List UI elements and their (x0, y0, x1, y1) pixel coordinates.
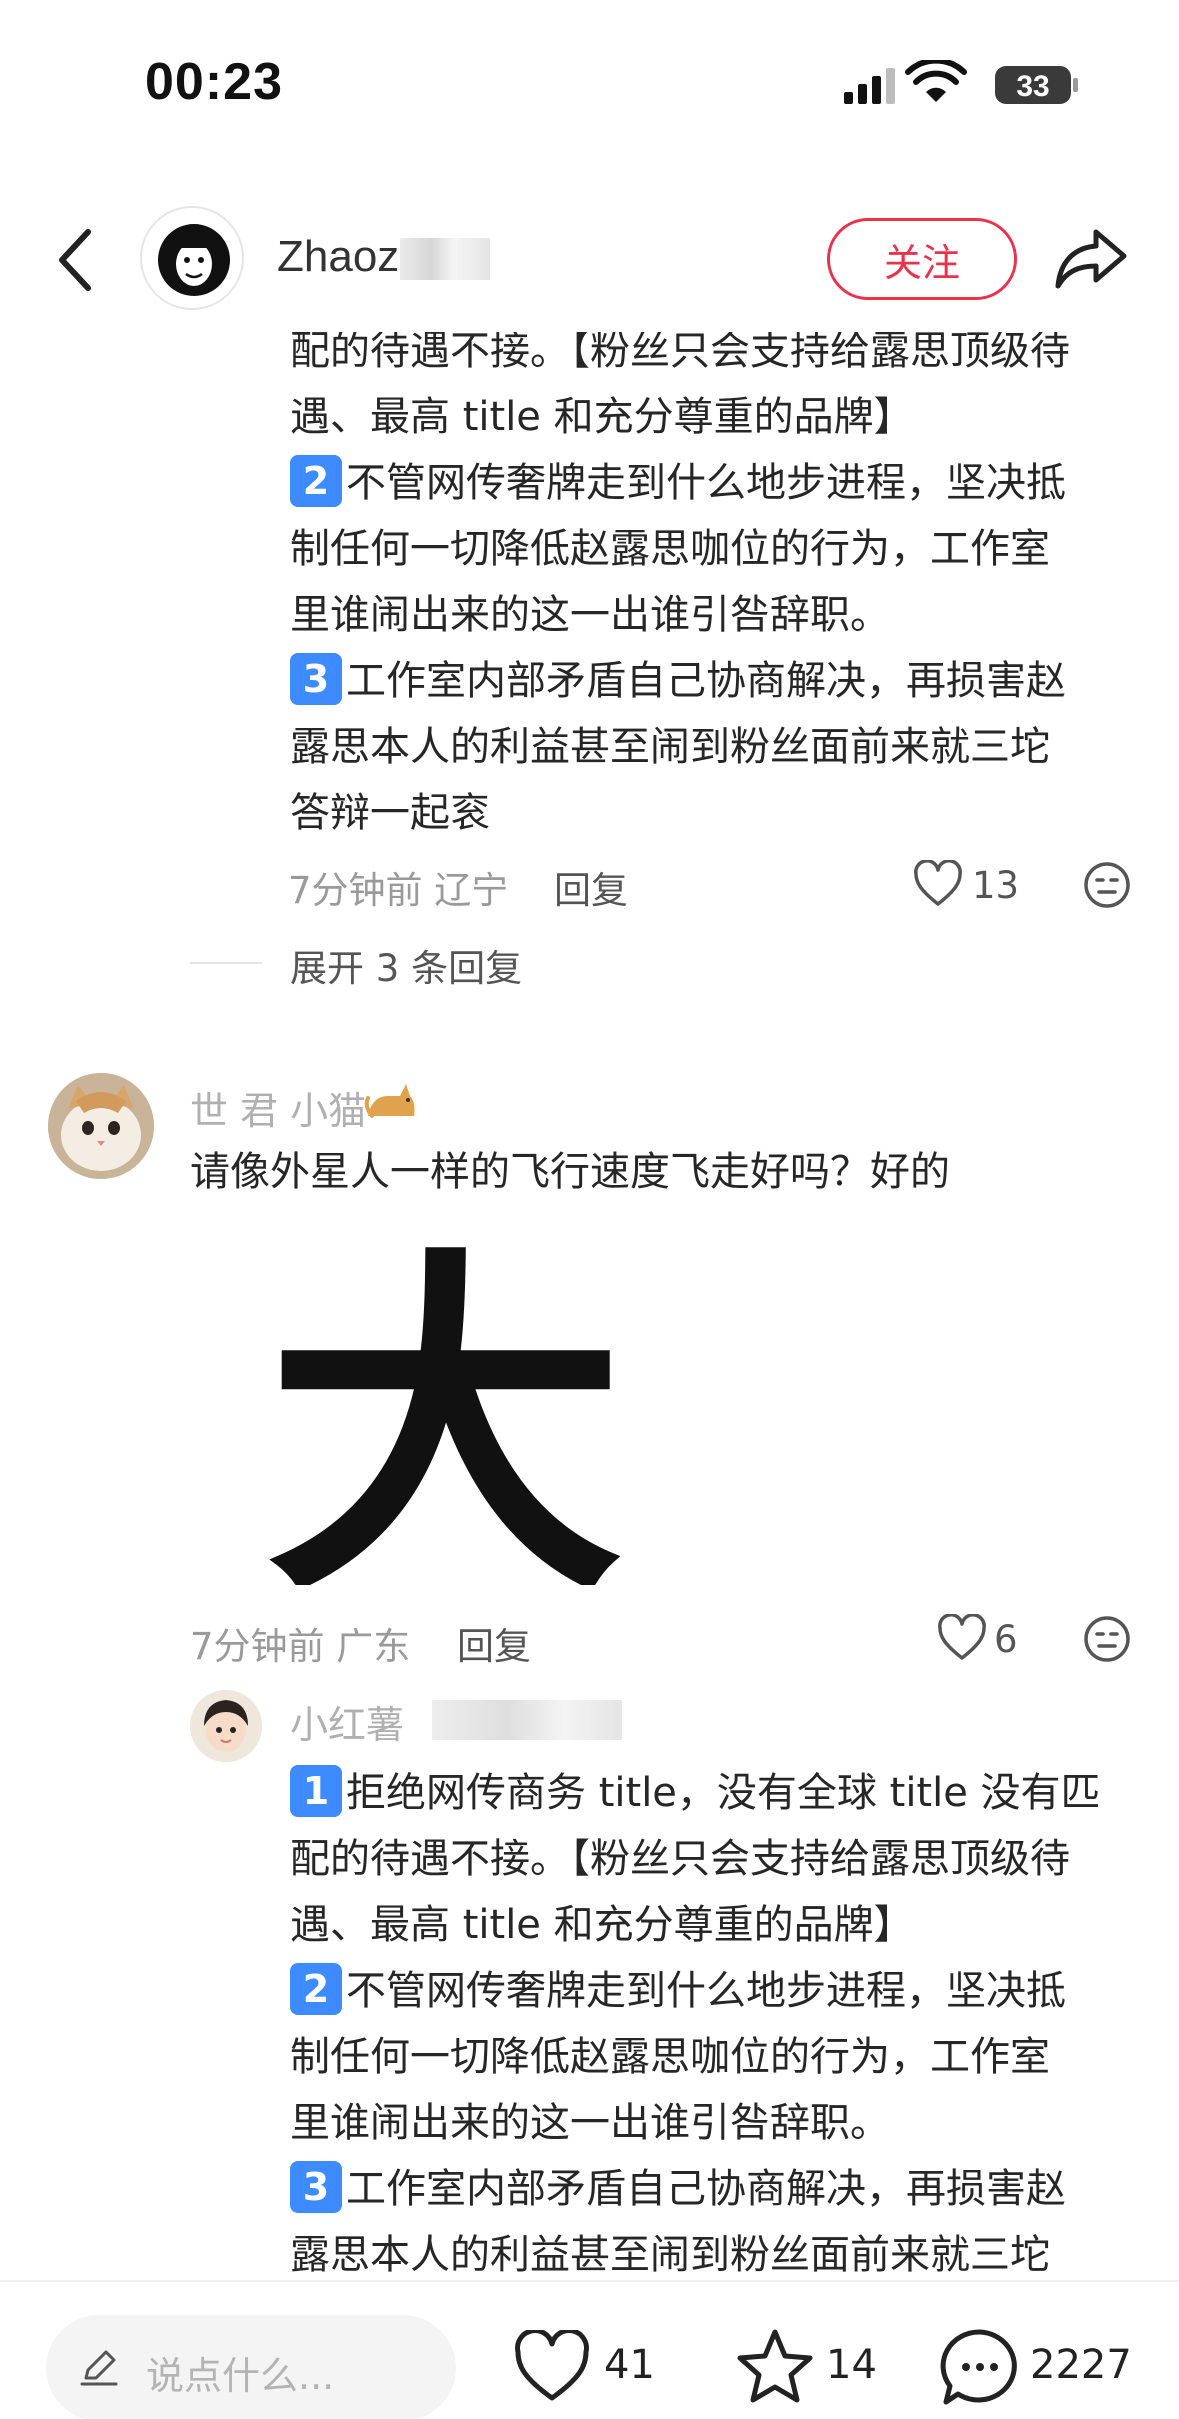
number-3-icon: 3 (290, 653, 342, 705)
number-1-icon: 1 (290, 1765, 342, 1817)
favorite-button[interactable] (734, 2326, 816, 2406)
comment-count: 2227 (1030, 2342, 1132, 2388)
comment-line-text: 不管网传奢牌走到什么地步进程，坚决抵 (346, 460, 1066, 506)
number-2-icon: 2 (290, 455, 342, 507)
emoji-face-icon (1084, 1616, 1130, 1662)
sticker-image[interactable]: 大 (265, 1217, 625, 1640)
name-mosaic (432, 1700, 622, 1740)
comment-line: 答辩一起衮 (290, 790, 490, 836)
heart-icon (938, 1613, 986, 1660)
status-time: 00:23 (145, 53, 283, 111)
share-button[interactable] (1050, 222, 1130, 298)
comment-input-placeholder: 说点什么... (146, 2354, 335, 2398)
author-name[interactable]: Zhaoz (277, 232, 399, 282)
star-icon (737, 2329, 813, 2403)
commenter-name[interactable]: 世 君 小猫 (190, 1080, 366, 1135)
pencil-icon (76, 2344, 122, 2390)
replier-name[interactable]: 小红薯 (290, 1694, 404, 1749)
like-button[interactable] (912, 859, 964, 908)
comment-text: 请像外星人一样的飞行速度飞走好吗？好的 (190, 1149, 950, 1195)
comment-line: 露思本人的利益甚至闹到粉丝面前来就三坨 (290, 724, 1050, 770)
bottom-divider (0, 2280, 1179, 2282)
cat-avatar-image (48, 1073, 154, 1179)
speech-bubble-icon (940, 2329, 1017, 2405)
reply-line-text: 不管网传奢牌走到什么地步进程，坚决抵 (346, 1968, 1066, 2014)
reply-line-text: 工作室内部矛盾自己协商解决，再损害赵 (346, 2166, 1066, 2212)
reply-line: 制任何一切降低赵露思咖位的行为，工作室 (290, 2034, 1050, 2080)
battery-level: 33 (1016, 70, 1050, 103)
reply-line: 2 不管网传奢牌走到什么地步进程，坚决抵 (290, 1958, 1066, 2024)
calligraphy-sticker: 大 (265, 1217, 625, 1640)
comment-meta: 7分钟前 辽宁 (288, 869, 509, 912)
comment-line: 制任何一切降低赵露思咖位的行为，工作室 (290, 526, 1050, 572)
favorite-count: 14 (826, 2342, 877, 2388)
replier-avatar[interactable] (190, 1690, 262, 1762)
girl-avatar-image (190, 1690, 262, 1762)
comment-line: 配的待遇不接。【粉丝只会支持给露思顶级待 (290, 328, 1070, 374)
reply-line: 遇、最高 title 和充分尊重的品牌】 (290, 1902, 914, 1948)
cat-emoji-icon (362, 1076, 420, 1126)
emoji-react-button[interactable] (1082, 860, 1132, 910)
expand-replies-button[interactable]: 展开 3 条回复 (290, 938, 522, 992)
expand-divider (190, 962, 262, 964)
back-button[interactable] (48, 220, 108, 300)
svg-text:大: 大 (265, 1225, 625, 1585)
comment-line: 里谁闹出来的这一出谁引咎辞职。 (290, 592, 890, 638)
author-avatar[interactable] (140, 206, 244, 310)
reply-line: 里谁闹出来的这一出谁引咎辞职。 (290, 2100, 890, 2146)
like-count: 13 (972, 864, 1020, 907)
commenter-avatar[interactable] (48, 1073, 154, 1179)
name-mosaic (400, 238, 490, 280)
number-3-icon: 3 (290, 2161, 342, 2213)
comment-line: 遇、最高 title 和充分尊重的品牌】 (290, 394, 914, 440)
reply-line: 配的待遇不接。【粉丝只会支持给露思顶级待 (290, 1836, 1070, 1882)
reply-line: 1 拒绝网传商务 title，没有全球 title 没有匹 (290, 1760, 1101, 1826)
comment-line: 3 工作室内部矛盾自己协商解决，再损害赵 (290, 648, 1066, 714)
avatar-image (142, 208, 242, 308)
post-like-count: 41 (604, 2342, 655, 2388)
comment-line-text: 工作室内部矛盾自己协商解决，再损害赵 (346, 658, 1066, 704)
reply-line: 露思本人的利益甚至闹到粉丝面前来就三坨 (290, 2232, 1050, 2278)
follow-button[interactable]: 关注 (827, 218, 1017, 300)
emoji-face-icon (1084, 862, 1130, 908)
reply-line-text: 拒绝网传商务 title，没有全球 title 没有匹 (346, 1770, 1101, 1816)
emoji-react-button[interactable] (1082, 1614, 1132, 1664)
like-button[interactable] (936, 1613, 988, 1662)
heart-icon (515, 2328, 589, 2401)
share-arrow-icon (1055, 229, 1127, 289)
like-count: 6 (994, 1618, 1018, 1661)
reply-button[interactable]: 回复 (457, 1616, 531, 1670)
chevron-left-icon (59, 229, 91, 291)
comment-meta: 7分钟前 广东 (190, 1625, 411, 1668)
reply-line: 3 工作室内部矛盾自己协商解决，再损害赵 (290, 2156, 1066, 2222)
number-2-icon: 2 (290, 1963, 342, 2015)
reply-button[interactable]: 回复 (554, 860, 628, 914)
like-post-button[interactable] (512, 2328, 592, 2404)
comment-line: 2 不管网传奢牌走到什么地步进程，坚决抵 (290, 450, 1066, 516)
heart-icon (914, 859, 962, 906)
comments-button[interactable] (938, 2326, 1022, 2408)
